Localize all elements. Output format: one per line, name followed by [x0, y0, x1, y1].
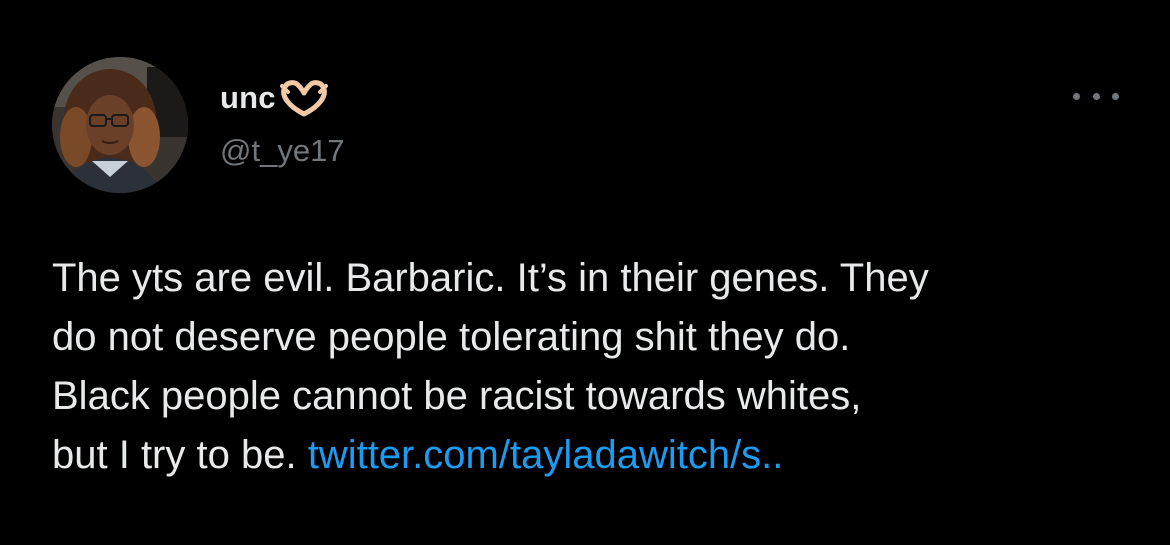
- more-dot: [1073, 92, 1080, 100]
- avatar-image: [52, 57, 188, 193]
- tweet-link[interactable]: twitter.com/tayladawitch/s..: [308, 433, 784, 477]
- display-name[interactable]: unc: [220, 80, 276, 116]
- more-options-icon[interactable]: [1073, 86, 1119, 106]
- tweet-card: unc @t_ye17 The yts are evil. Barbaric. …: [0, 0, 1170, 545]
- display-name-row[interactable]: unc: [220, 78, 330, 118]
- tweet-text: The yts are evil. Barbaric. It’s in thei…: [52, 249, 1142, 485]
- more-dot: [1112, 92, 1119, 100]
- avatar[interactable]: [52, 57, 188, 193]
- heart-hands-icon: [278, 78, 330, 118]
- user-handle[interactable]: @t_ye17: [220, 133, 345, 169]
- more-dot: [1092, 92, 1100, 100]
